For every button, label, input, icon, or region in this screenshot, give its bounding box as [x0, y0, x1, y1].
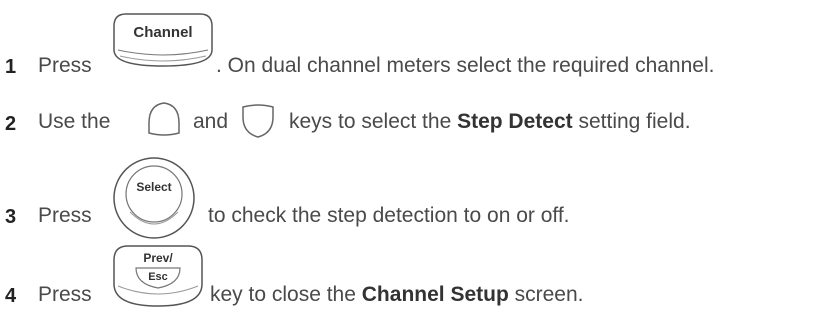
step-number: 4: [5, 285, 17, 307]
step-text-and: and: [193, 110, 229, 133]
step-number: 1: [5, 56, 17, 78]
channel-key-label: Channel: [133, 24, 192, 41]
step-number: 2: [5, 113, 17, 135]
step-text-before: Press: [38, 204, 92, 227]
step-text-after: to check the step detection to on or off…: [208, 204, 570, 227]
step-text-after: . On dual channel meters select the requ…: [216, 54, 715, 77]
esc-key-label: Esc: [148, 271, 168, 283]
prev-esc-key-icon: Prev/ Esc: [108, 240, 208, 317]
step-detect-bold: Step Detect: [457, 110, 573, 133]
step-text-before: Press: [38, 283, 92, 306]
step-text-after: keys to select the Step Detect setting f…: [289, 110, 691, 133]
step-number: 3: [5, 206, 17, 228]
step-text-before: Use the: [38, 110, 111, 133]
step-text-before: Press: [38, 54, 92, 77]
prev-key-label: Prev/: [143, 251, 173, 265]
select-key-icon: Select: [110, 154, 198, 247]
up-arrow-key-icon: [143, 99, 185, 146]
channel-setup-bold: Channel Setup: [361, 283, 509, 306]
channel-key-icon: Channel: [108, 10, 218, 75]
select-key-label: Select: [136, 180, 171, 194]
down-arrow-key-icon: [237, 99, 279, 146]
step-text-after: key to close the Channel Setup screen.: [210, 283, 584, 306]
